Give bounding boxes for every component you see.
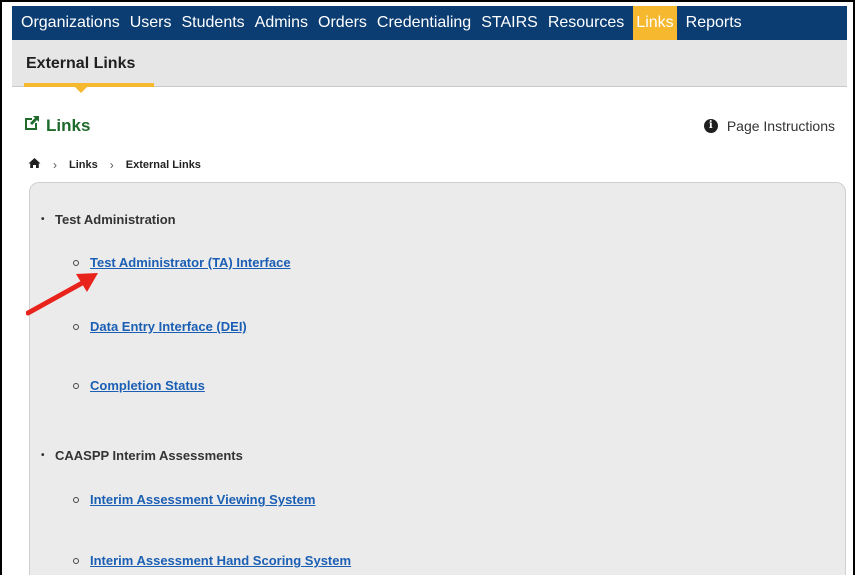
breadcrumb-item-links[interactable]: Links (69, 159, 98, 171)
link-data-entry-interface[interactable]: Data Entry Interface (DEI) (90, 319, 247, 334)
nav-links[interactable]: Links (633, 6, 677, 40)
sub-navigation: External Links (12, 40, 847, 93)
annotation-arrow-icon (26, 273, 98, 316)
breadcrumb: › Links › External Links (28, 157, 201, 172)
nav-organizations[interactable]: Organizations (12, 6, 125, 40)
link-completion-status[interactable]: Completion Status (90, 378, 205, 393)
breadcrumb-item-external-links: External Links (125, 158, 201, 171)
section-label: Test Administration (55, 212, 176, 227)
nav-stairs[interactable]: STAIRS (476, 6, 543, 40)
top-navigation: Organizations Users Students Admins Orde… (12, 6, 847, 40)
bullet-circle (73, 259, 79, 266)
page-instructions-label: Page Instructions (726, 118, 835, 134)
nav-reports[interactable]: Reports (681, 6, 747, 40)
tab-external-links[interactable]: External Links (26, 55, 135, 73)
list-item: Completion Status (73, 378, 205, 394)
bullet: • (41, 214, 45, 225)
info-icon: i (703, 119, 718, 133)
link-ta-interface[interactable]: Test Administrator (TA) Interface (90, 255, 291, 270)
nav-admins[interactable]: Admins (250, 6, 313, 40)
list-item: Interim Assessment Hand Scoring System (73, 553, 351, 569)
list-item: Test Administrator (TA) Interface (73, 255, 291, 271)
active-tab-indicator (24, 83, 154, 87)
link-interim-viewing-system[interactable]: Interim Assessment Viewing System (90, 492, 315, 507)
active-tab-caret (74, 86, 88, 93)
list-item: Interim Assessment Viewing System (73, 492, 315, 508)
breadcrumb-separator: › (53, 157, 57, 172)
link-interim-hand-scoring[interactable]: Interim Assessment Hand Scoring System (90, 553, 351, 568)
section-label: CAASPP Interim Assessments (55, 448, 243, 463)
list-item: Data Entry Interface (DEI) (73, 319, 247, 335)
page-instructions-link[interactable]: i Page Instructions (703, 118, 835, 134)
links-panel: • Test Administration Test Administrator… (29, 182, 846, 575)
nav-orders[interactable]: Orders (313, 6, 372, 40)
bullet-circle (73, 323, 79, 330)
page-title: Links (46, 115, 91, 135)
breadcrumb-separator: › (109, 157, 114, 172)
nav-resources[interactable]: Resources (543, 6, 629, 40)
bullet-circle (73, 382, 79, 389)
home-icon[interactable] (28, 157, 41, 172)
bullet: • (41, 450, 45, 461)
bullet-circle (73, 496, 79, 503)
nav-credentialing[interactable]: Credentialing (372, 6, 476, 40)
nav-students[interactable]: Students (177, 6, 250, 40)
external-link-icon (22, 113, 46, 138)
page-header: Links (22, 113, 90, 138)
nav-users[interactable]: Users (125, 6, 177, 40)
bullet-circle (73, 557, 79, 564)
